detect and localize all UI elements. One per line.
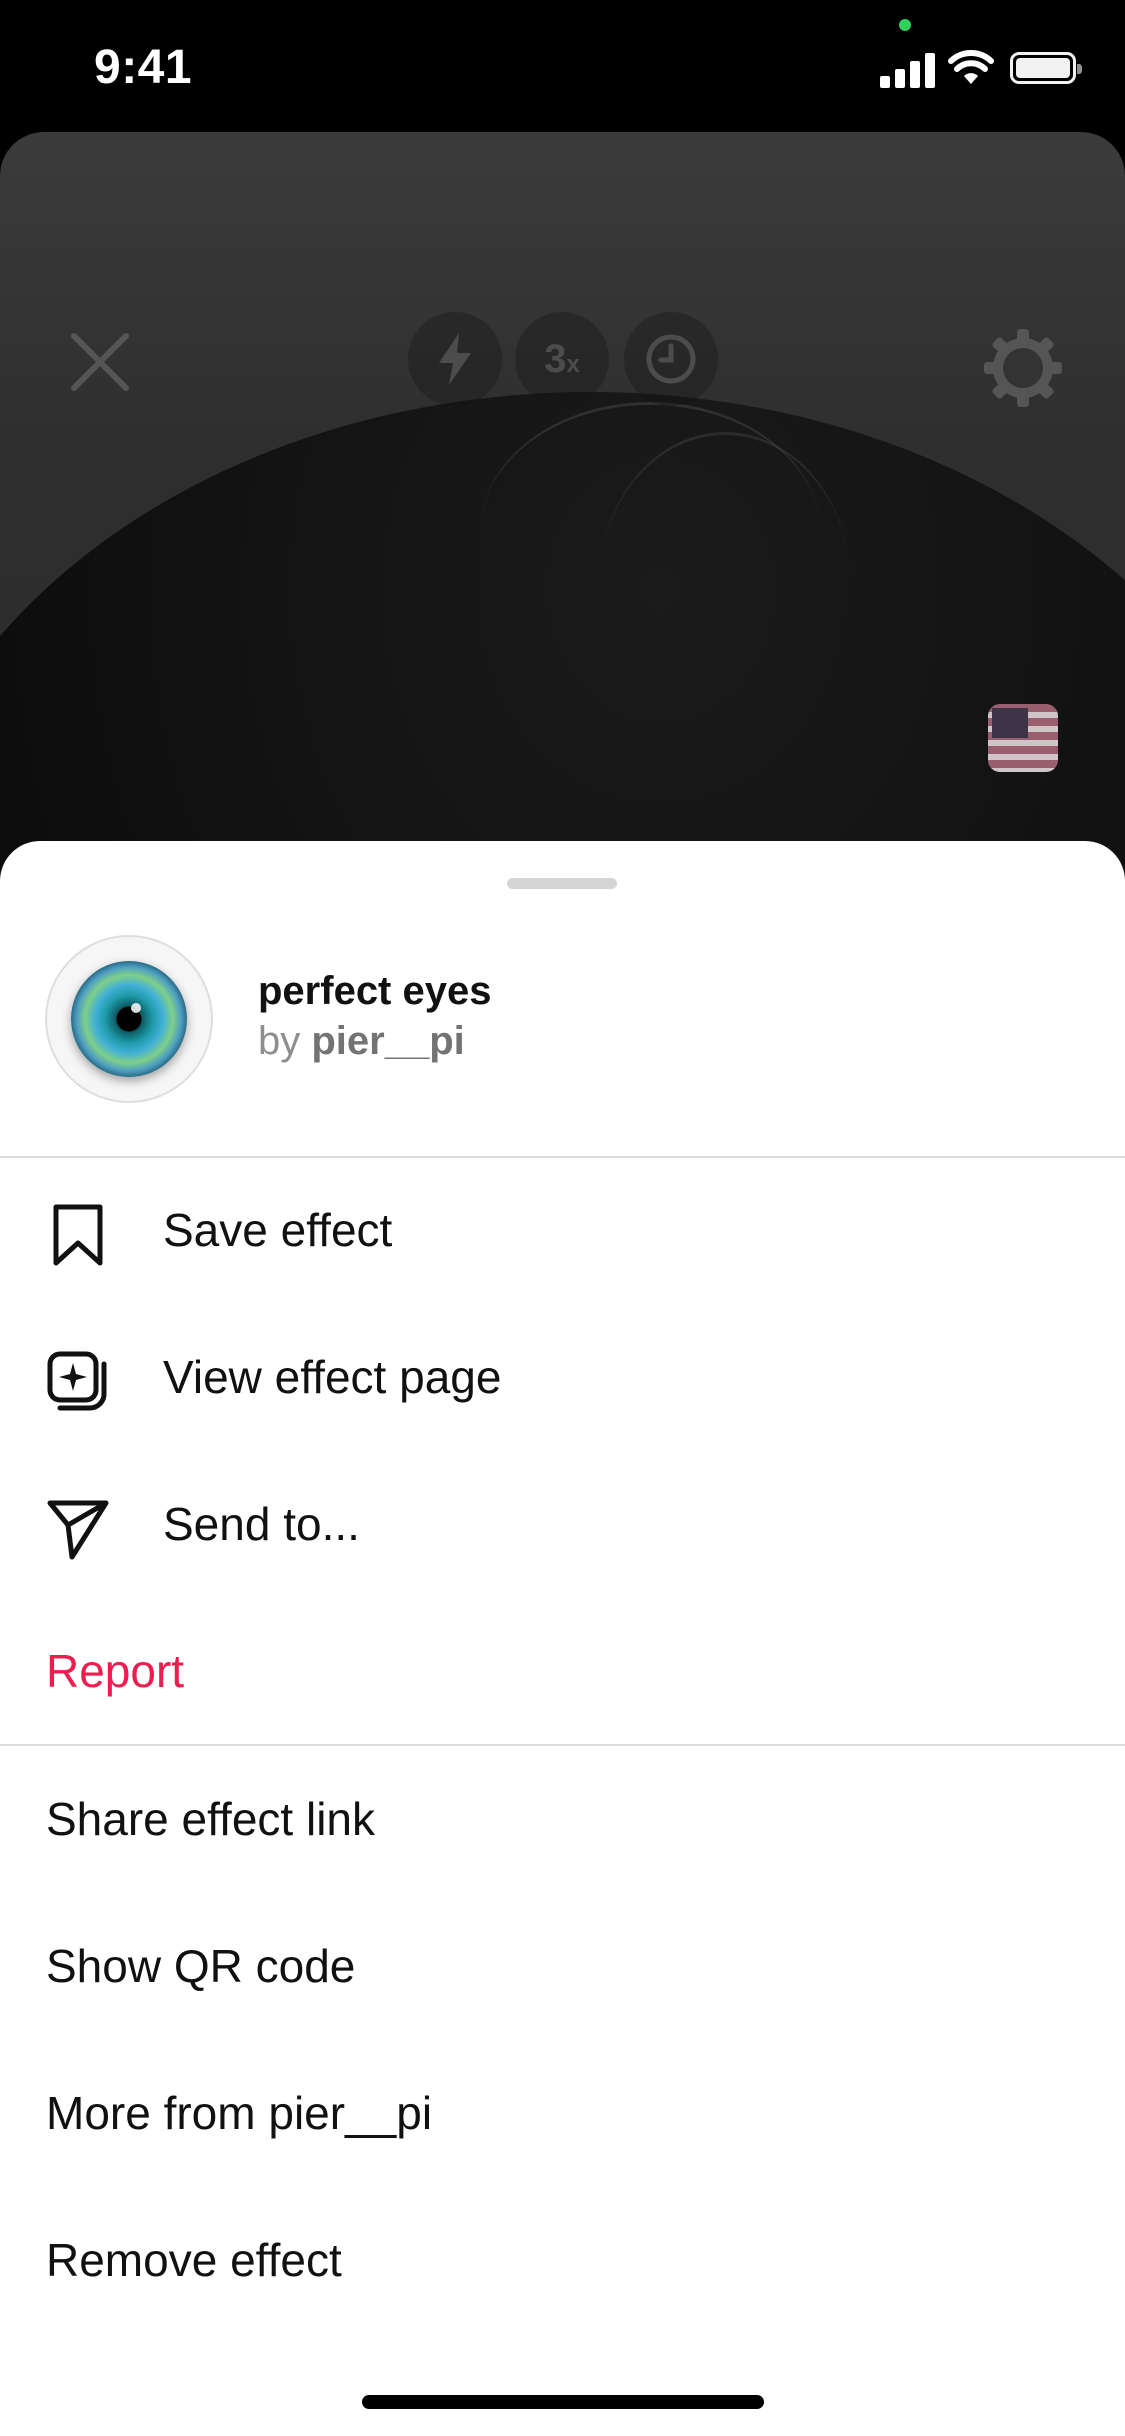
close-icon[interactable] bbox=[70, 332, 130, 392]
camera-in-use-indicator bbox=[899, 19, 911, 31]
more-from-author-button[interactable]: More from pier__pi bbox=[0, 2040, 1125, 2186]
show-qr-code-label: Show QR code bbox=[46, 1940, 356, 1992]
status-time: 9:41 bbox=[94, 41, 193, 94]
view-effect-page-label: View effect page bbox=[163, 1351, 502, 1403]
effect-options-sheet: perfect eyes by pier__pi Save effect Vie… bbox=[0, 841, 1125, 2436]
zoom-suffix: x bbox=[566, 350, 580, 378]
effect-header: perfect eyes by pier__pi bbox=[0, 935, 1125, 1105]
effect-author[interactable]: by pier__pi bbox=[258, 1019, 465, 1064]
author-prefix: by bbox=[258, 1019, 301, 1063]
battery-icon bbox=[1010, 52, 1082, 84]
report-button[interactable]: Report bbox=[0, 1598, 1125, 1744]
view-effect-page-button[interactable]: View effect page bbox=[0, 1304, 1125, 1450]
remove-effect-button[interactable]: Remove effect bbox=[0, 2187, 1125, 2333]
more-from-author-label: More from pier__pi bbox=[46, 2087, 433, 2139]
report-label: Report bbox=[46, 1645, 185, 1697]
share-effect-link-label: Share effect link bbox=[46, 1793, 376, 1845]
author-name[interactable]: pier__pi bbox=[311, 1019, 464, 1063]
show-qr-code-button[interactable]: Show QR code bbox=[0, 1893, 1125, 2039]
effect-thumbnail-icon[interactable] bbox=[988, 704, 1058, 772]
zoom-button[interactable]: 3x bbox=[515, 312, 609, 406]
camera-preview[interactable]: 3x 30 bbox=[0, 132, 1125, 892]
flash-button[interactable] bbox=[408, 312, 502, 406]
flash-icon bbox=[439, 333, 471, 385]
timer-button[interactable] bbox=[624, 312, 718, 406]
save-effect-button[interactable]: Save effect bbox=[0, 1157, 1125, 1303]
clock-icon bbox=[646, 334, 696, 384]
send-to-button[interactable]: Send to... bbox=[0, 1451, 1125, 1597]
share-effect-link-button[interactable]: Share effect link bbox=[0, 1746, 1125, 1892]
bookmark-icon bbox=[53, 1204, 103, 1266]
zoom-value: 3 bbox=[544, 336, 567, 381]
cellular-signal-icon bbox=[880, 52, 935, 88]
status-bar: 9:41 bbox=[0, 0, 1125, 132]
effect-name: perfect eyes bbox=[258, 969, 492, 1013]
eye-icon bbox=[71, 961, 187, 1077]
send-to-label: Send to... bbox=[163, 1498, 360, 1550]
effect-avatar[interactable] bbox=[45, 935, 213, 1103]
home-indicator[interactable] bbox=[362, 2395, 764, 2409]
send-icon bbox=[47, 1500, 109, 1560]
wifi-icon bbox=[948, 50, 994, 84]
remove-effect-label: Remove effect bbox=[46, 2234, 342, 2286]
gear-icon[interactable] bbox=[982, 327, 1064, 409]
sheet-grabber[interactable] bbox=[507, 878, 617, 889]
save-effect-label: Save effect bbox=[163, 1204, 393, 1256]
effect-gallery-icon bbox=[47, 1351, 107, 1411]
